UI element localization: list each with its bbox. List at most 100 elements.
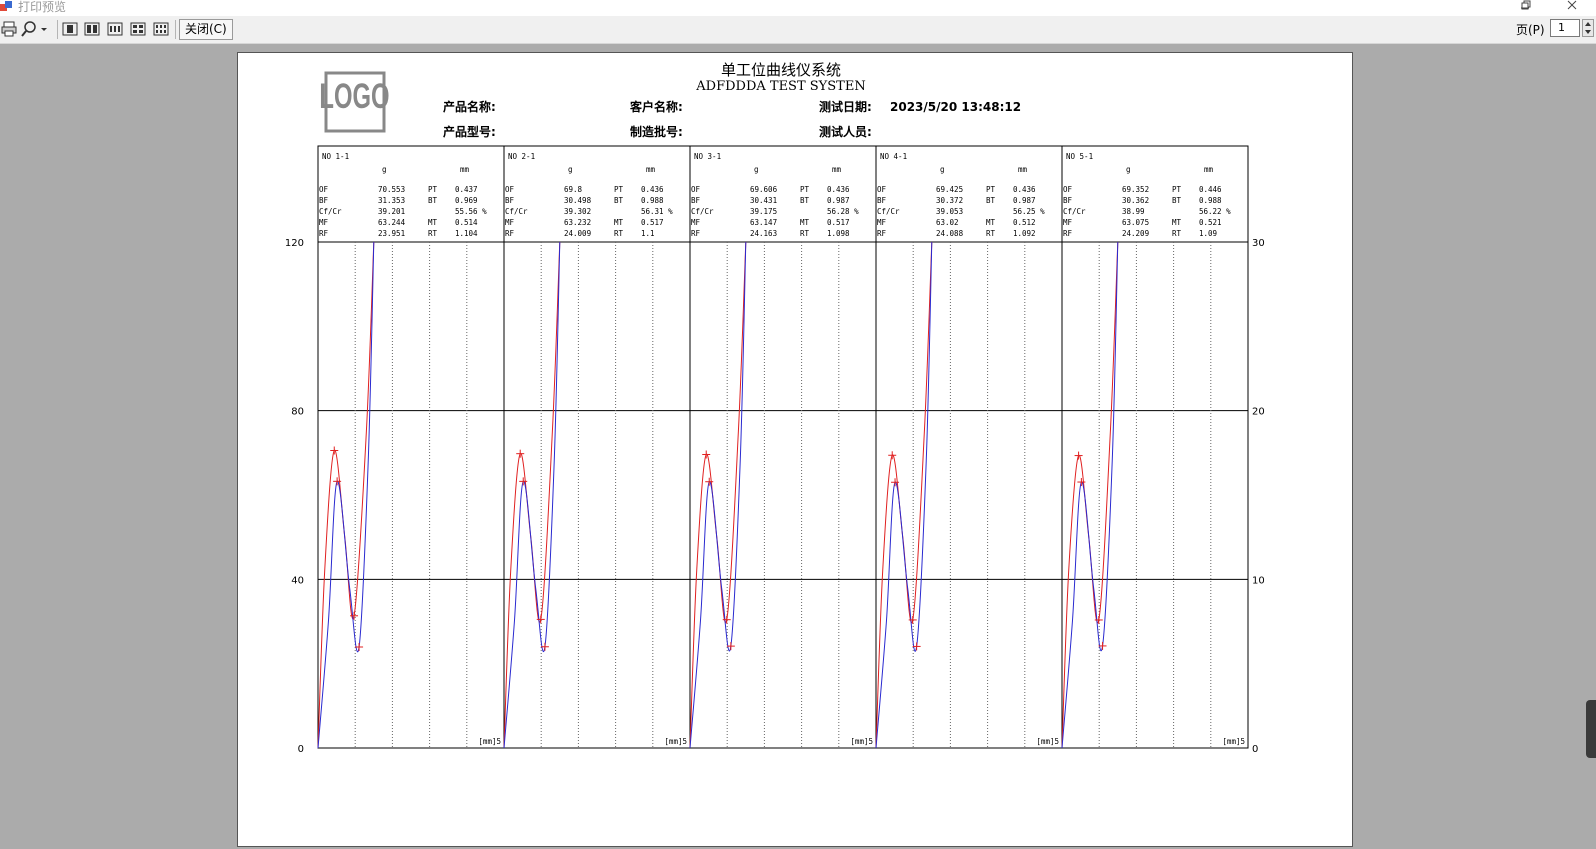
- param-value: 69.425: [936, 185, 963, 194]
- press-curve: [1061, 241, 1119, 749]
- six-pages-icon[interactable]: [153, 21, 169, 37]
- param-label: RT: [614, 229, 624, 238]
- param-value: 0.437: [455, 185, 478, 194]
- press-curve: [317, 241, 375, 749]
- param-value: 30.362: [1122, 196, 1149, 205]
- restore-button[interactable]: [1506, 0, 1546, 14]
- param-value: 23.951: [378, 229, 405, 238]
- param-value: 63.02: [936, 218, 959, 227]
- press-curve: [689, 241, 747, 749]
- param-value: 39.053: [936, 207, 963, 216]
- param-label: OF: [877, 185, 887, 194]
- restore-icon: [1521, 0, 1531, 10]
- close-preview-button[interactable]: 关闭(C): [179, 19, 233, 40]
- release-curve: [317, 241, 375, 749]
- param-label: Cf/Cr: [877, 207, 900, 216]
- param-label: MF: [505, 218, 515, 227]
- release-curve: [689, 241, 747, 749]
- param-value: 0.512: [1013, 218, 1036, 227]
- close-window-button[interactable]: [1552, 0, 1592, 14]
- param-value: 56.25 %: [1013, 207, 1045, 216]
- unit-mm: mm: [1204, 165, 1214, 174]
- press-curve: [503, 241, 561, 749]
- window-titlebar: 打印预览: [0, 0, 1596, 16]
- param-value: 0.517: [827, 218, 850, 227]
- param-value: 63.244: [378, 218, 406, 227]
- unit-mm: mm: [832, 165, 842, 174]
- param-value: 38.99: [1122, 207, 1145, 216]
- unit-g: g: [754, 165, 759, 174]
- param-value: 39.201: [378, 207, 405, 216]
- param-label: MT: [614, 218, 624, 227]
- left-axis-tick: 120: [285, 238, 304, 249]
- param-label: BT: [986, 196, 996, 205]
- four-pages-icon[interactable]: [130, 21, 146, 37]
- param-value: 0.514: [455, 218, 478, 227]
- test-date-label: 测试日期:: [819, 99, 872, 114]
- param-label: Cf/Cr: [1063, 207, 1086, 216]
- param-value: 0.436: [827, 185, 850, 194]
- three-pages-icon[interactable]: [107, 21, 123, 37]
- param-label: BT: [614, 196, 624, 205]
- param-value: 55.56 %: [455, 207, 487, 216]
- release-curve: [875, 241, 933, 749]
- param-label: MT: [1172, 218, 1182, 227]
- unit-mm: mm: [646, 165, 656, 174]
- station-no: NO 5-1: [1066, 152, 1093, 161]
- toolbar-separator: [175, 20, 176, 39]
- one-page-icon[interactable]: [62, 21, 78, 37]
- param-value: 56.31 %: [641, 207, 673, 216]
- param-label: RF: [505, 229, 515, 238]
- param-value: 63.232: [564, 218, 591, 227]
- param-label: BT: [800, 196, 810, 205]
- param-label: Cf/Cr: [319, 207, 342, 216]
- param-label: PT: [428, 185, 438, 194]
- param-value: 69.352: [1122, 185, 1149, 194]
- param-value: 56.22 %: [1199, 207, 1231, 216]
- param-value: 69.8: [564, 185, 583, 194]
- two-pages-icon[interactable]: [84, 21, 100, 37]
- param-value: 24.088: [936, 229, 964, 238]
- param-value: 1.092: [1013, 229, 1036, 238]
- param-value: 39.175: [750, 207, 777, 216]
- unit-g: g: [568, 165, 573, 174]
- param-label: Cf/Cr: [691, 207, 714, 216]
- page-number-input[interactable]: 1: [1550, 19, 1580, 37]
- param-value: 31.353: [378, 196, 405, 205]
- param-label: PT: [986, 185, 996, 194]
- param-label: MF: [691, 218, 701, 227]
- param-label: PT: [1172, 185, 1182, 194]
- param-value: 39.302: [564, 207, 591, 216]
- param-value: 63.147: [750, 218, 777, 227]
- param-value: 0.988: [1199, 196, 1222, 205]
- test-date-value: 2023/5/20 13:48:12: [890, 100, 1021, 114]
- param-label: BF: [319, 196, 329, 205]
- page-spinner[interactable]: [1582, 19, 1594, 37]
- param-label: RF: [1063, 229, 1073, 238]
- window-title: 打印预览: [18, 0, 67, 14]
- side-handle[interactable]: [1586, 700, 1596, 758]
- param-value: 63.075: [1122, 218, 1149, 227]
- param-value: 0.987: [1013, 196, 1036, 205]
- param-label: RT: [1172, 229, 1182, 238]
- param-value: 0.446: [1199, 185, 1222, 194]
- param-value: 0.436: [641, 185, 664, 194]
- param-value: 1.104: [455, 229, 478, 238]
- zoom-dropdown-icon[interactable]: [21, 21, 49, 37]
- param-label: BT: [1172, 196, 1182, 205]
- param-label: MT: [800, 218, 810, 227]
- report-canvas: LOGO 单工位曲线仪系统 ADFDDDA TEST SYSTEN 产品名称: …: [285, 61, 1265, 755]
- left-axis-tick: 0: [298, 744, 304, 755]
- param-value: 0.969: [455, 196, 478, 205]
- param-value: 1.1: [641, 229, 655, 238]
- param-value: 0.517: [641, 218, 664, 227]
- param-label: OF: [1063, 185, 1073, 194]
- print-icon[interactable]: [1, 21, 17, 37]
- param-label: BF: [505, 196, 515, 205]
- param-label: PT: [800, 185, 810, 194]
- report-subtitle: ADFDDDA TEST SYSTEN: [695, 79, 865, 94]
- x-unit-label: [mm]5: [1222, 737, 1245, 746]
- x-unit-label: [mm]5: [478, 737, 501, 746]
- left-axis-tick: 80: [291, 407, 304, 418]
- unit-g: g: [382, 165, 387, 174]
